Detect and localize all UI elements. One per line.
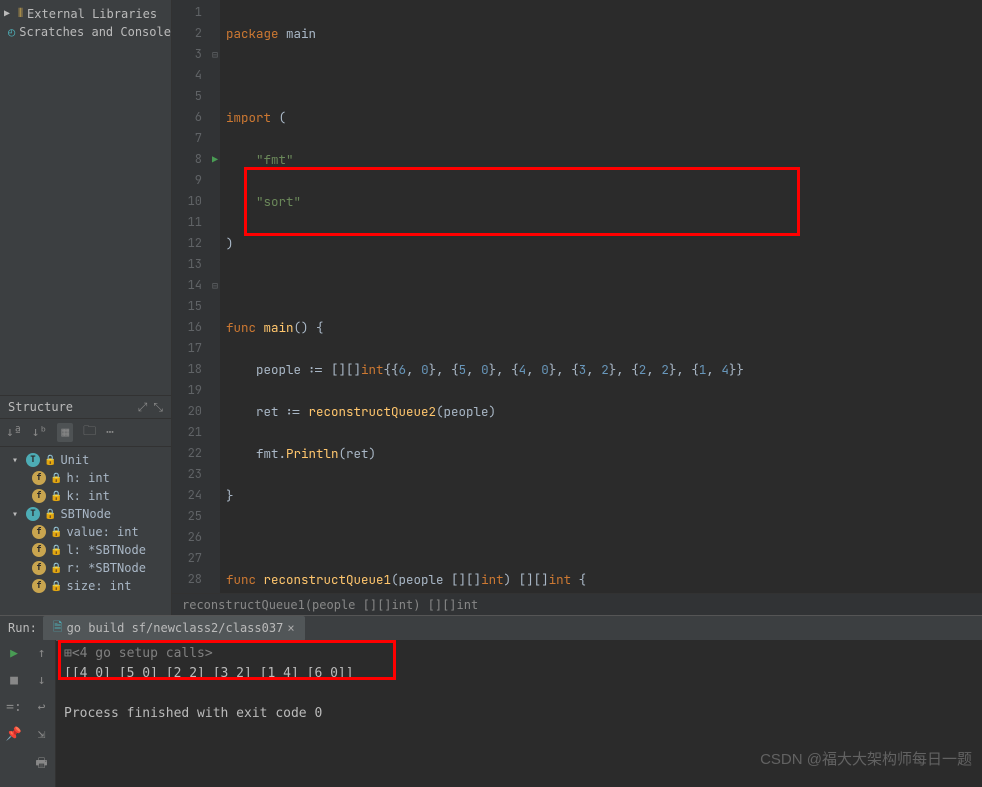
code-area[interactable]: package main import ( "fmt" "sort" ) fun… [220, 0, 982, 593]
folder-icon[interactable]: 🗀 [83, 422, 96, 444]
run-tab-title: go build sf/newclass2/class037 [67, 621, 284, 635]
breadcrumb[interactable]: reconstructQueue1(people [][]int) [][]in… [172, 593, 982, 615]
breadcrumb-text: reconstructQueue1(people [][]int) [][]in… [182, 598, 478, 612]
sort2-icon[interactable]: ↓ᵇ [32, 425, 48, 440]
structure-tree[interactable]: ▾ T 🔒 Unit f 🔒 h: int f 🔒 k: int ▾ T 🔒 S… [0, 447, 171, 615]
tree-label: Scratches and Consoles [19, 25, 171, 39]
structure-title: Structure [8, 400, 73, 414]
lock-icon: 🔒 [50, 527, 62, 538]
tree-label: External Libraries [27, 7, 157, 21]
structure-header: Structure ⤢ ⤡ [0, 395, 171, 419]
line-gutter[interactable]: 1234567891011121314151617181920212223242… [172, 0, 220, 593]
run-config-tab[interactable]: 🗎 go build sf/newclass2/class037 × [43, 616, 305, 641]
pin-icon[interactable]: 📌 [6, 727, 22, 742]
console-exit: Process finished with exit code 0 [64, 704, 974, 724]
watermark: CSDN @福大大架构师每日一题 [760, 748, 972, 769]
struct-unit[interactable]: ▾ T 🔒 Unit [0, 451, 171, 469]
struct-field[interactable]: f 🔒 l: *SBTNode [0, 541, 171, 559]
struct-field[interactable]: f 🔒 h: int [0, 469, 171, 487]
struct-label: Unit [60, 453, 89, 467]
scratches-node[interactable]: ◴ Scratches and Consoles [0, 23, 171, 41]
project-tree[interactable]: ▶ ⫴ External Libraries ◴ Scratches and C… [0, 0, 171, 395]
struct-label: h: int [66, 471, 109, 485]
run-label: Run: [8, 621, 37, 635]
field-icon: f [32, 561, 46, 575]
more-icon[interactable]: ⋯ [106, 425, 114, 440]
field-icon: f [32, 543, 46, 557]
stop-icon[interactable]: ■ [10, 673, 18, 688]
struct-label: k: int [66, 489, 109, 503]
struct-label: r: *SBTNode [66, 561, 145, 575]
type-icon: T [26, 453, 40, 467]
lock-icon: 🔒 [50, 491, 62, 502]
library-icon: ⫴ [18, 6, 23, 21]
highlight-box-code [244, 167, 800, 236]
print-icon[interactable]: 🖶 [35, 754, 47, 776]
field-icon: f [32, 471, 46, 485]
field-icon: f [32, 489, 46, 503]
lock-icon: 🔒 [50, 545, 62, 556]
struct-label: SBTNode [60, 507, 111, 521]
lock-icon: 🔒 [50, 581, 62, 592]
main-split: ▶ ⫴ External Libraries ◴ Scratches and C… [0, 0, 982, 615]
struct-field[interactable]: f 🔒 k: int [0, 487, 171, 505]
filter-icon[interactable]: ▦ [57, 423, 73, 442]
struct-label: l: *SBTNode [66, 543, 145, 557]
gutter-marks: ⊟ ▶ ⊟ [204, 2, 218, 296]
close-icon[interactable]: × [287, 621, 294, 635]
run-header: Run: 🗎 go build sf/newclass2/class037 × [0, 616, 982, 640]
run-toolbar-1: ▶ ■ =: 📌 [0, 640, 28, 787]
console-blank [64, 684, 974, 704]
expand-icon[interactable]: ⤢ [138, 400, 148, 415]
type-icon: T [26, 507, 40, 521]
struct-field[interactable]: f 🔒 r: *SBTNode [0, 559, 171, 577]
field-icon: f [32, 579, 46, 593]
structure-toolbar: ↓ª ↓ᵇ ▦ 🗀 ⋯ [0, 419, 171, 447]
chevron-down-icon: ▾ [12, 455, 22, 466]
chevron-down-icon: ▾ [12, 509, 22, 520]
run-toolbar-2: ↑ ↓ ↩ ⇲ 🖶 [28, 640, 56, 787]
lock-icon: 🔒 [44, 455, 56, 466]
lock-icon: 🔒 [50, 563, 62, 574]
lock-icon: 🔒 [50, 473, 62, 484]
sort-icon[interactable]: ↓ª [6, 425, 22, 440]
struct-label: size: int [66, 579, 131, 593]
down-icon[interactable]: ↓ [38, 673, 46, 688]
editor[interactable]: 1234567891011121314151617181920212223242… [172, 0, 982, 615]
highlight-box-output [58, 640, 396, 680]
layout-icon[interactable]: =: [6, 700, 22, 715]
scratch-icon: ◴ [8, 25, 15, 39]
collapse-icon[interactable]: ⤡ [153, 400, 163, 415]
run-gutter-icon[interactable]: ▶ [204, 149, 218, 170]
chevron-right-icon: ▶ [4, 8, 14, 19]
lock-icon: 🔒 [44, 509, 56, 520]
up-icon[interactable]: ↑ [38, 646, 46, 661]
wrap-icon[interactable]: ↩ [38, 700, 46, 715]
external-libraries-node[interactable]: ▶ ⫴ External Libraries [0, 4, 171, 23]
left-panel: ▶ ⫴ External Libraries ◴ Scratches and C… [0, 0, 172, 615]
struct-field[interactable]: f 🔒 value: int [0, 523, 171, 541]
rerun-icon[interactable]: ▶ [10, 646, 18, 661]
field-icon: f [32, 525, 46, 539]
struct-sbtnode[interactable]: ▾ T 🔒 SBTNode [0, 505, 171, 523]
go-icon: 🗎 [53, 618, 63, 639]
struct-field[interactable]: f 🔒 size: int [0, 577, 171, 595]
struct-label: value: int [66, 525, 138, 539]
scroll-icon[interactable]: ⇲ [38, 727, 46, 742]
